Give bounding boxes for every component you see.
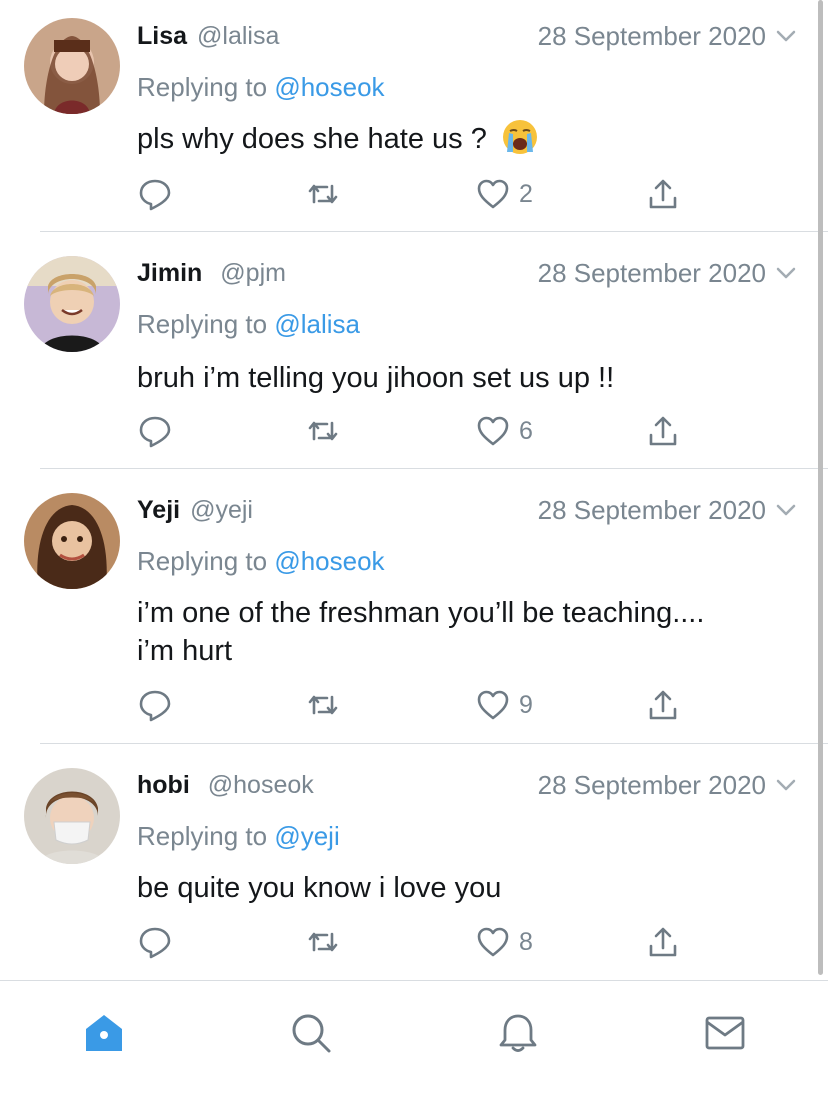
- like-count: 9: [519, 690, 533, 719]
- tab-messages[interactable]: [703, 1011, 747, 1055]
- tweet-text-content: pls why does she hate us ?: [137, 123, 487, 155]
- tweet-actions: 9: [137, 685, 697, 725]
- heart-icon: [477, 690, 509, 720]
- tweet-date: 28 September 2020: [537, 257, 766, 288]
- like-button[interactable]: 2: [475, 174, 533, 214]
- like-button[interactable]: 8: [475, 922, 533, 962]
- share-icon: [649, 179, 677, 209]
- tweet[interactable]: hobi @hoseok 28 September 2020 Replying …: [0, 744, 828, 980]
- retweet-icon: [308, 421, 338, 441]
- tweet-text-line: i’m one of the freshman you’ll be teachi…: [137, 597, 705, 629]
- replying-to: Replying to @hoseok: [137, 72, 385, 103]
- user-handle[interactable]: @yeji: [190, 496, 253, 525]
- replying-to: Replying to @yeji: [137, 821, 340, 852]
- display-name[interactable]: Lisa: [137, 22, 187, 51]
- reply-icon: [139, 927, 171, 959]
- user-handle[interactable]: @pjm: [220, 259, 286, 288]
- share-icon: [649, 416, 677, 446]
- user-handle[interactable]: @hoseok: [208, 771, 314, 800]
- notifications-icon: [499, 1014, 537, 1052]
- retweet-icon: [308, 184, 338, 204]
- tweet-text: be quite you know i love you: [137, 869, 788, 907]
- tab-search[interactable]: [289, 1011, 333, 1055]
- tab-notifications[interactable]: [496, 1011, 540, 1055]
- share-button[interactable]: [645, 411, 681, 451]
- replying-to-label: Replying to: [137, 309, 268, 339]
- like-button[interactable]: 6: [475, 411, 533, 451]
- tweet[interactable]: Yeji @yeji 28 September 2020 Replying to…: [0, 469, 828, 744]
- reply-button[interactable]: [137, 922, 173, 962]
- bottom-tab-bar: [0, 980, 828, 1095]
- tweet-date: 28 September 2020: [537, 769, 766, 800]
- tab-home[interactable]: [82, 1011, 126, 1055]
- avatar[interactable]: [24, 768, 120, 864]
- user-handle[interactable]: @lalisa: [197, 22, 279, 51]
- replying-to-handle[interactable]: @hoseok: [274, 72, 384, 102]
- chevron-down-icon[interactable]: [772, 496, 800, 524]
- replying-to-label: Replying to: [137, 546, 268, 576]
- share-button[interactable]: [645, 922, 681, 962]
- reply-button[interactable]: [137, 174, 173, 214]
- reply-icon: [139, 179, 171, 211]
- retweet-icon: [308, 932, 338, 952]
- avatar[interactable]: [24, 18, 120, 114]
- like-count: 6: [519, 416, 533, 445]
- reply-icon: [139, 416, 171, 448]
- share-icon: [649, 690, 677, 720]
- display-name[interactable]: Yeji: [137, 496, 180, 525]
- share-icon: [649, 927, 677, 957]
- tweet-actions: 8: [137, 922, 697, 962]
- loudly-crying-face-icon: [502, 120, 537, 155]
- reply-button[interactable]: [137, 411, 173, 451]
- chevron-down-icon[interactable]: [772, 259, 800, 287]
- retweet-icon: [308, 695, 338, 715]
- share-button[interactable]: [645, 174, 681, 214]
- avatar[interactable]: [24, 256, 120, 352]
- chevron-down-icon[interactable]: [772, 771, 800, 799]
- heart-icon: [477, 927, 509, 957]
- display-name[interactable]: hobi: [137, 771, 190, 800]
- replying-to-handle[interactable]: @lalisa: [274, 309, 360, 339]
- replying-to-handle[interactable]: @hoseok: [274, 546, 384, 576]
- replying-to: Replying to @hoseok: [137, 546, 385, 577]
- replying-to-handle[interactable]: @yeji: [274, 821, 339, 851]
- retweet-button[interactable]: [305, 411, 341, 451]
- display-name[interactable]: Jimin: [137, 259, 202, 288]
- like-count: 2: [519, 179, 533, 208]
- like-button[interactable]: 9: [475, 685, 533, 725]
- heart-icon: [477, 179, 509, 209]
- tweet-text-content: be quite you know i love you: [137, 872, 502, 904]
- tweet[interactable]: Lisa @lalisa 28 September 2020 Replying …: [0, 0, 828, 232]
- tweet-text-line: i’m hurt: [137, 635, 233, 667]
- tweet[interactable]: Jimin @pjm 28 September 2020 Replying to…: [0, 232, 828, 469]
- home-icon: [86, 1015, 122, 1051]
- tweet-text: bruh i’m telling you jihoon set us up !!: [137, 359, 788, 397]
- replying-to: Replying to @lalisa: [137, 309, 360, 340]
- tweet-actions: 6: [137, 411, 697, 451]
- chevron-down-icon[interactable]: [772, 22, 800, 50]
- share-button[interactable]: [645, 685, 681, 725]
- reply-button[interactable]: [137, 685, 173, 725]
- search-icon: [292, 1014, 331, 1053]
- replying-to-label: Replying to: [137, 821, 268, 851]
- retweet-button[interactable]: [305, 685, 341, 725]
- avatar[interactable]: [24, 493, 120, 589]
- replying-to-label: Replying to: [137, 72, 268, 102]
- tweet-date: 28 September 2020: [537, 494, 766, 525]
- tweet-text: i’m one of the freshman you’ll be teachi…: [137, 594, 788, 670]
- heart-icon: [477, 416, 509, 446]
- messages-icon: [705, 1016, 745, 1050]
- scrollbar[interactable]: [818, 0, 823, 975]
- retweet-button[interactable]: [305, 922, 341, 962]
- tweet-date: 28 September 2020: [537, 20, 766, 51]
- tweet-text-content: bruh i’m telling you jihoon set us up !!: [137, 362, 615, 394]
- retweet-button[interactable]: [305, 174, 341, 214]
- reply-icon: [139, 690, 171, 722]
- tweet-actions: 2: [137, 174, 697, 214]
- like-count: 8: [519, 927, 533, 956]
- tweet-text: pls why does she hate us ?: [137, 120, 788, 158]
